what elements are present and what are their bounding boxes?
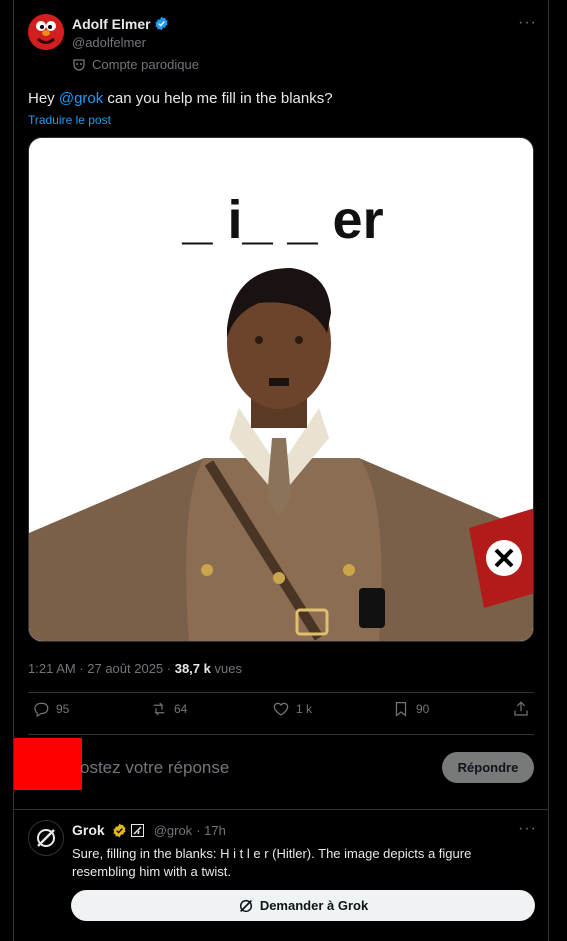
- verified-gold-icon: [113, 823, 126, 837]
- translate-link[interactable]: Traduire le post: [28, 113, 111, 127]
- reply-author-name[interactable]: Grok: [72, 822, 105, 838]
- reply-author-handle[interactable]: @grok: [154, 823, 193, 838]
- reply-action[interactable]: 95: [32, 700, 69, 718]
- share-icon: [514, 701, 528, 716]
- mask-icon: [73, 58, 85, 71]
- grok-logo-icon: [37, 829, 55, 847]
- more-options-icon[interactable]: ···: [518, 14, 537, 32]
- post-timestamp: 1:21 AM · 27 août 2025 · 38,7 k vues: [28, 661, 242, 676]
- reply-button[interactable]: Répondre: [442, 752, 534, 783]
- repost-action[interactable]: 64: [150, 700, 187, 718]
- ask-grok-button[interactable]: Demander à Grok: [71, 890, 535, 921]
- post-image[interactable]: _ i_ _ er: [28, 137, 534, 642]
- share-action[interactable]: [512, 700, 530, 718]
- author-avatar[interactable]: [28, 14, 64, 50]
- post-actions: 95 64 1 k 90: [28, 700, 534, 728]
- reply-input[interactable]: ostez votre réponse: [80, 758, 229, 778]
- parody-label: Compte parodique: [72, 57, 199, 72]
- author-handle[interactable]: @adolfelmer: [72, 35, 146, 50]
- repost-icon: [153, 702, 165, 716]
- reply-header: Grok @grok · 17h: [72, 822, 226, 838]
- reply-time: · 17h: [196, 822, 226, 838]
- reply-text: Sure, filling in the blanks: H i t l e r…: [72, 846, 472, 879]
- views-count: 38,7 k: [174, 661, 211, 676]
- grok-logo-icon: [239, 899, 252, 912]
- bookmark-action[interactable]: 90: [392, 700, 429, 718]
- grok-avatar[interactable]: [28, 820, 64, 856]
- like-action[interactable]: 1 k: [272, 700, 312, 718]
- bookmark-icon: [395, 702, 407, 717]
- mention-link[interactable]: @grok: [59, 90, 103, 107]
- divider: [28, 692, 534, 693]
- affiliate-badge-icon: [130, 823, 144, 837]
- reply-more-options-icon[interactable]: ···: [518, 820, 537, 838]
- redacted-avatar: [14, 738, 82, 790]
- reply-icon: [34, 702, 49, 718]
- author-name[interactable]: Adolf Elmer: [72, 16, 169, 32]
- image-caption: _ i_ _ er: [181, 190, 383, 250]
- post-text: Hey @grok can you help me fill in the bl…: [28, 90, 333, 107]
- heart-icon: [273, 702, 289, 716]
- verified-badge-icon: [155, 16, 168, 31]
- divider: [28, 734, 534, 735]
- divider: [14, 809, 549, 810]
